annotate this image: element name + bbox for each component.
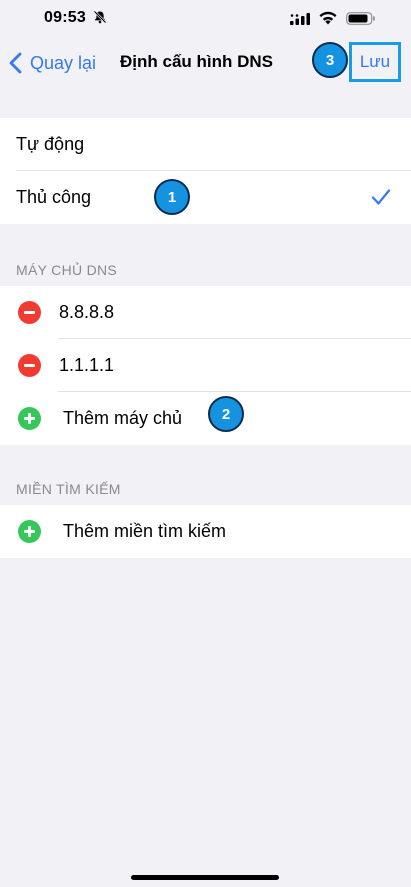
search-domains-group: Thêm miền tìm kiếm [0, 505, 411, 558]
page-title: Định cấu hình DNS [120, 52, 273, 71]
add-search-domain-button[interactable]: Thêm miền tìm kiếm [0, 505, 411, 558]
dns-server-row[interactable]: 8.8.8.8 [0, 286, 411, 339]
dns-server-address[interactable]: 8.8.8.8 [59, 302, 114, 323]
chevron-left-icon [9, 52, 22, 74]
back-button[interactable]: Quay lại [8, 48, 96, 78]
back-label: Quay lại [30, 52, 97, 73]
add-icon [18, 520, 41, 543]
mode-option-automatic[interactable]: Tự động [0, 118, 411, 171]
dns-servers-header: MÁY CHỦ DNS [16, 262, 118, 278]
add-search-domain-label: Thêm miền tìm kiếm [63, 521, 227, 541]
wifi-icon [319, 11, 337, 25]
bell-slash-icon [93, 10, 107, 24]
dns-mode-group: Tự động Thủ công [0, 118, 411, 224]
annotation-badge-2: 2 [208, 396, 244, 432]
delete-icon[interactable] [18, 301, 41, 324]
add-server-label: Thêm máy chủ [63, 408, 183, 428]
checkmark-icon [371, 189, 391, 205]
delete-icon[interactable] [18, 354, 41, 377]
status-time: 09:53 [44, 9, 86, 26]
cellular-signal-icon [290, 13, 310, 25]
battery-icon [346, 12, 375, 25]
mode-option-label: Tự động [16, 134, 85, 154]
search-domains-header: MIỀN TÌM KIẾM [16, 481, 121, 497]
dns-server-row[interactable]: 1.1.1.1 [0, 339, 411, 392]
dns-server-address[interactable]: 1.1.1.1 [59, 355, 114, 376]
mode-option-manual[interactable]: Thủ công [0, 171, 411, 224]
navigation-bar: Quay lại Định cấu hình DNS Lưu [0, 36, 411, 90]
add-icon [18, 407, 41, 430]
annotation-badge-3: 3 [312, 42, 348, 78]
dns-servers-group: 8.8.8.8 1.1.1.1 Thêm máy chủ [0, 286, 411, 445]
annotation-badge-1: 1 [154, 179, 190, 215]
status-bar: 09:53 [0, 0, 411, 36]
mode-option-label: Thủ công [16, 187, 92, 207]
add-server-button[interactable]: Thêm máy chủ [0, 392, 411, 445]
home-indicator[interactable] [131, 875, 279, 880]
save-button[interactable]: Lưu [349, 42, 401, 82]
